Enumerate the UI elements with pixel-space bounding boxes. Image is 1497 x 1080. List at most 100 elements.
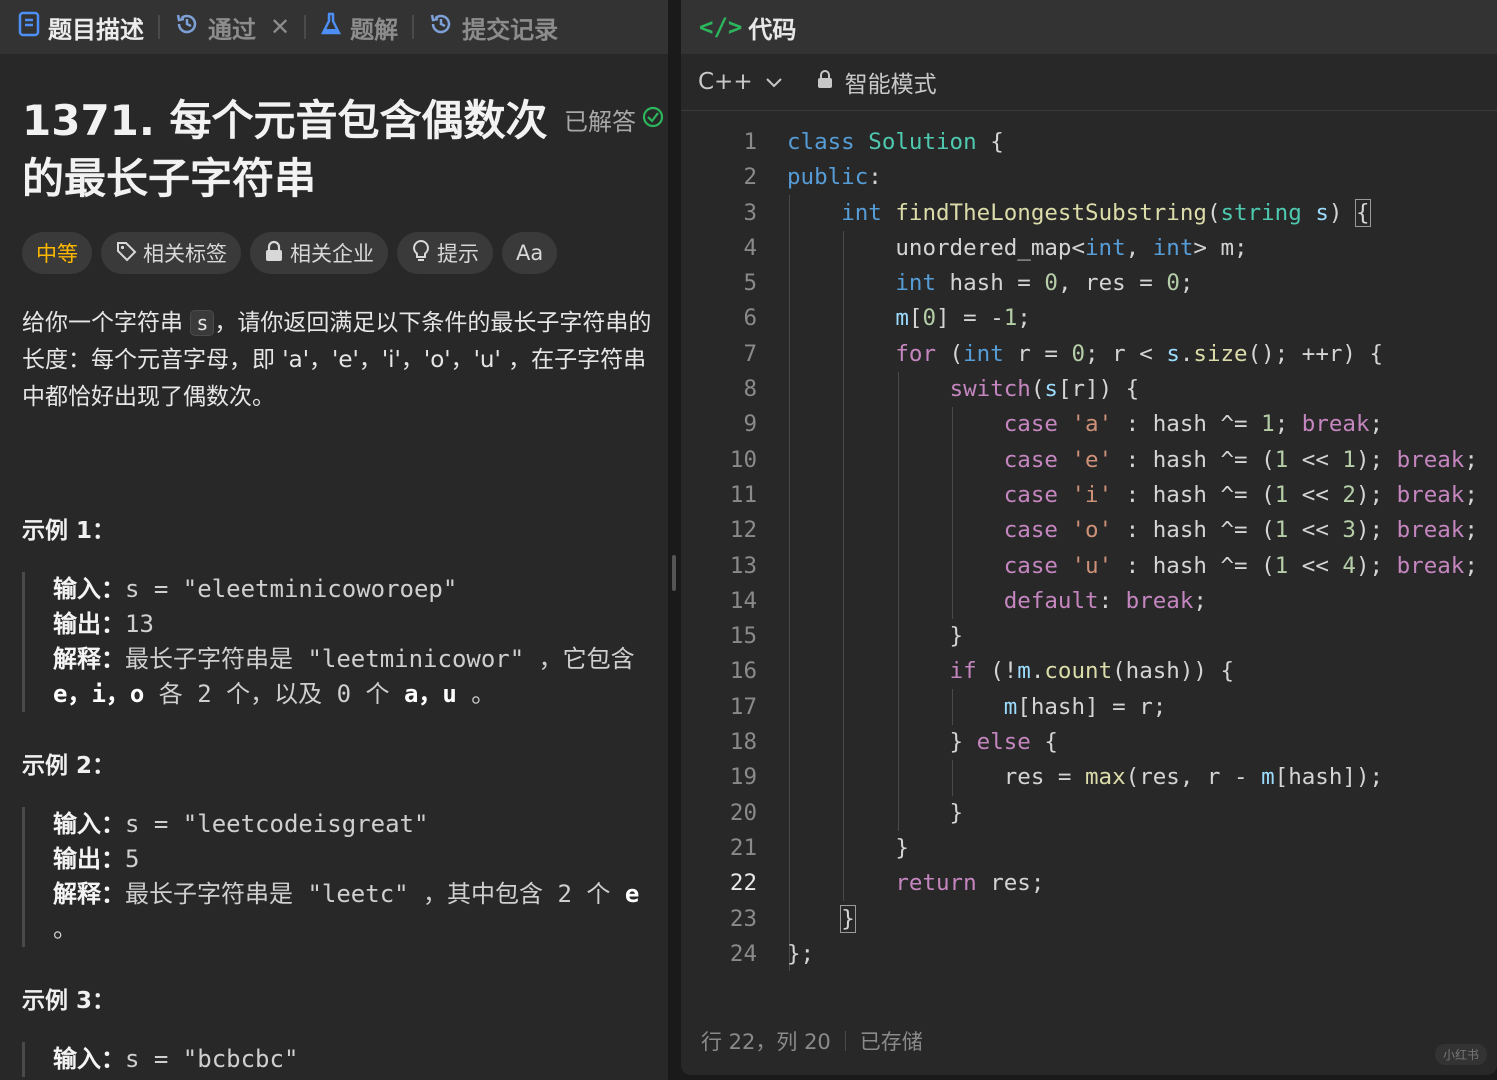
line-number: 2	[743, 164, 757, 191]
explanation-text: 各 2 个，以及 0 个	[144, 680, 404, 708]
line-number: 22	[729, 870, 757, 897]
code-panel-title: 代码	[748, 15, 797, 44]
difficulty-badge[interactable]: 中等	[22, 232, 92, 274]
explanation-bold: e，i，o	[53, 680, 145, 708]
status-divider	[844, 1031, 846, 1051]
example-output: 13	[125, 610, 154, 638]
input-label: 输入：	[53, 575, 125, 603]
save-status: 已存储	[859, 1030, 923, 1054]
document-icon	[18, 11, 40, 43]
explanation-text: 最长子字符串是 "leetminicowor" ，它包含	[125, 645, 635, 673]
output-label: 输出：	[53, 610, 125, 638]
line-number: 20	[729, 799, 757, 826]
code-line: 21 }	[681, 831, 1497, 866]
line-number: 11	[729, 481, 757, 508]
example-block: 输入：s = "leetcodeisgreat" 输出：5 解释：最长子字符串是…	[22, 807, 653, 947]
code-line: 2 public:	[681, 160, 1497, 195]
close-icon[interactable]: ✕	[270, 13, 290, 41]
code-line: 17 m[hash] = r;	[681, 690, 1497, 725]
line-number: 7	[743, 340, 757, 367]
related-companies-label: 相关企业	[290, 242, 374, 266]
explain-label: 解释：	[53, 880, 125, 908]
line-number: 10	[729, 446, 757, 473]
tab-divider	[158, 15, 160, 39]
hint-label: 提示	[437, 242, 479, 266]
line-number: 18	[729, 729, 757, 756]
code-line: 23 }	[681, 902, 1497, 937]
line-number: 21	[729, 834, 757, 861]
cursor-position: 行 22，列 20	[701, 1030, 831, 1054]
code-line: 4 unordered_map<int, int> m;	[681, 231, 1497, 266]
example-input: s = "leetcodeisgreat"	[125, 810, 429, 838]
example-title: 示例 2：	[22, 753, 116, 779]
tab-label: 题解	[350, 15, 399, 44]
lock-icon	[817, 69, 833, 95]
code-line: 11 case 'i' : hash ^= (1 << 2); break;	[681, 478, 1497, 513]
example-title: 示例 1：	[22, 518, 116, 544]
example-input: s = "eleetminicoworoep"	[125, 575, 458, 603]
history-icon	[428, 11, 454, 43]
line-number: 4	[743, 234, 757, 261]
code-line: 20 }	[681, 796, 1497, 831]
line-number: 15	[729, 623, 757, 650]
explain-label: 解释：	[53, 645, 125, 673]
solved-label: 已解答	[564, 108, 636, 136]
hint-button[interactable]: 提示	[397, 232, 493, 274]
line-number: 19	[729, 764, 757, 791]
language-select[interactable]: C++	[698, 69, 783, 95]
code-line: 12 case 'o' : hash ^= (1 << 3); break;	[681, 513, 1497, 548]
line-number: 8	[743, 376, 757, 403]
line-number: 12	[729, 517, 757, 544]
tab-passed[interactable]: 通过 ✕	[174, 10, 290, 45]
related-tags-button[interactable]: 相关标签	[101, 232, 241, 274]
explanation-bold: a，u	[403, 680, 457, 708]
example-title: 示例 3：	[22, 988, 116, 1014]
smart-mode-toggle[interactable]: 智能模式	[817, 65, 937, 99]
code-line-current: 22 return res;	[681, 866, 1497, 901]
line-number: 17	[729, 693, 757, 720]
resize-handle[interactable]	[672, 555, 676, 591]
code-line: 15 }	[681, 619, 1497, 654]
tab-solutions[interactable]: 题解	[320, 10, 398, 45]
explanation-bold: e	[624, 880, 640, 908]
example-explanation: 最长子字符串是 "leetminicowor" ，它包含 e，i，o 各 2 个…	[53, 645, 635, 708]
tab-label: 通过	[208, 15, 256, 44]
code-line: 6 m[0] = -1;	[681, 301, 1497, 336]
code-line: 24};	[681, 937, 1497, 972]
problem-panel: 题目描述 通过 ✕ 题解 提交记录 1371. 每个元音包含偶数次的最长子字符串…	[0, 0, 668, 1080]
line-number: 24	[729, 940, 757, 967]
code-line: 18 } else {	[681, 725, 1497, 760]
code-panel-header: </> 代码	[681, 0, 1497, 54]
tag-row: 中等 相关标签 相关企业 提示 Aa	[22, 232, 558, 274]
problem-title[interactable]: 1371. 每个元音包含偶数次的最长子字符串	[22, 92, 552, 208]
check-circle-icon	[642, 106, 664, 134]
lightbulb-icon	[411, 239, 431, 268]
font-size-button[interactable]: Aa	[502, 232, 558, 274]
line-number: 9	[743, 411, 757, 438]
code-line: 19 res = max(res, r - m[hash]);	[681, 760, 1497, 795]
tab-submissions[interactable]: 提交记录	[428, 10, 558, 45]
solved-status: 已解答	[564, 102, 664, 137]
editor-status-bar: 行 22，列 20 已存储	[701, 1026, 923, 1056]
tab-label: 题目描述	[48, 15, 144, 44]
font-size-icon: Aa	[516, 241, 544, 265]
editor-toolbar: C++ 智能模式	[681, 54, 1497, 111]
explanation-text: 。	[53, 915, 77, 943]
code-line: 10 case 'e' : hash ^= (1 << 1); break;	[681, 443, 1497, 478]
code-line: 9 case 'a' : hash ^= 1; break;	[681, 407, 1497, 442]
code-line: 3 int findTheLongestSubstring(string s) …	[681, 196, 1497, 231]
code-line: 7 for (int r = 0; r < s.size(); ++r) {	[681, 337, 1497, 372]
tab-description[interactable]: 题目描述	[18, 10, 144, 45]
tab-divider	[412, 15, 415, 39]
code-line: 5 int hash = 0, res = 0;	[681, 266, 1497, 301]
related-companies-button[interactable]: 相关企业	[250, 232, 388, 274]
code-line: 13 case 'u' : hash ^= (1 << 4); break;	[681, 549, 1497, 584]
line-number: 5	[743, 270, 757, 297]
flask-icon	[320, 11, 342, 43]
line-number: 23	[729, 905, 757, 932]
explanation-text: 。	[456, 680, 496, 708]
line-number: 3	[743, 199, 757, 226]
code-editor[interactable]: 1 class Solution { 2 public: 3 int findThe…	[681, 125, 1497, 972]
input-label: 输入：	[53, 810, 125, 838]
example-block: 输入：s = "bcbcbc"	[22, 1042, 653, 1077]
